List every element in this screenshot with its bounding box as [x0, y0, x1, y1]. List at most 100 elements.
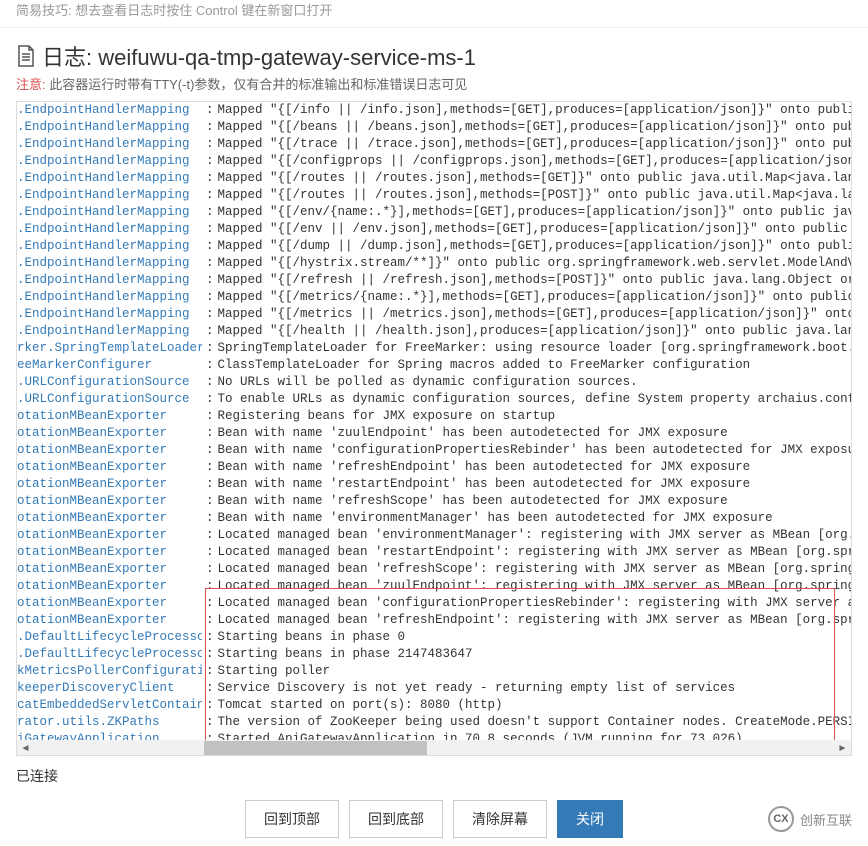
- log-separator: :: [202, 357, 218, 374]
- log-message: Mapped "{[/metrics || /metrics.json],met…: [218, 306, 851, 323]
- log-separator: :: [202, 221, 218, 238]
- log-content[interactable]: .EndpointHandlerMapping: Mapped "{[/info…: [17, 102, 851, 740]
- log-class: .DefaultLifecycleProcessor: [17, 646, 202, 663]
- brand-text: 创新互联: [800, 810, 852, 829]
- log-class: otationMBeanExporter: [17, 612, 202, 629]
- log-separator: :: [202, 561, 218, 578]
- log-message: Mapped "{[/trace || /trace.json],methods…: [218, 136, 851, 153]
- log-line: .EndpointHandlerMapping: Mapped "{[/hyst…: [17, 255, 851, 272]
- log-message: The version of ZooKeeper being used does…: [218, 714, 851, 731]
- log-separator: :: [202, 272, 218, 289]
- log-message: Starting beans in phase 2147483647: [218, 646, 473, 663]
- log-separator: :: [202, 153, 218, 170]
- log-separator: :: [202, 493, 218, 510]
- log-class: .EndpointHandlerMapping: [17, 187, 202, 204]
- horizontal-scrollbar[interactable]: ◄ ►: [17, 740, 851, 756]
- log-class: otationMBeanExporter: [17, 425, 202, 442]
- close-button[interactable]: 关闭: [557, 800, 623, 838]
- log-line: otationMBeanExporter: Bean with name 're…: [17, 476, 851, 493]
- log-line: .EndpointHandlerMapping: Mapped "{[/metr…: [17, 289, 851, 306]
- log-message: Bean with name 'configurationPropertiesR…: [218, 442, 851, 459]
- log-line: otationMBeanExporter: Located managed be…: [17, 595, 851, 612]
- log-line: otationMBeanExporter: Located managed be…: [17, 527, 851, 544]
- top-tip: 简易技巧: 想去查看日志时按住 Control 键在新窗口打开: [0, 0, 868, 28]
- log-line: .EndpointHandlerMapping: Mapped "{[/dump…: [17, 238, 851, 255]
- log-class: otationMBeanExporter: [17, 544, 202, 561]
- goto-bottom-button[interactable]: 回到底部: [349, 800, 443, 838]
- log-message: To enable URLs as dynamic configuration …: [218, 391, 851, 408]
- log-message: Located managed bean 'zuulEndpoint': reg…: [218, 578, 851, 595]
- page-title: 日志: weifuwu-qa-tmp-gateway-service-ms-1: [16, 40, 852, 72]
- log-message: Located managed bean 'refreshEndpoint': …: [218, 612, 851, 629]
- log-message: SpringTemplateLoader for FreeMarker: usi…: [218, 340, 851, 357]
- log-separator: :: [202, 136, 218, 153]
- log-class: iGatewayApplication: [17, 731, 202, 740]
- log-separator: :: [202, 323, 218, 340]
- log-line: otationMBeanExporter: Located managed be…: [17, 612, 851, 629]
- log-class: otationMBeanExporter: [17, 408, 202, 425]
- log-message: Mapped "{[/routes || /routes.json],metho…: [218, 187, 851, 204]
- log-class: otationMBeanExporter: [17, 476, 202, 493]
- log-line: rator.utils.ZKPaths: The version of ZooK…: [17, 714, 851, 731]
- log-message: Mapped "{[/env || /env.json],methods=[GE…: [218, 221, 851, 238]
- log-separator: :: [202, 204, 218, 221]
- log-separator: :: [202, 646, 218, 663]
- log-message: ClassTemplateLoader for Spring macros ad…: [218, 357, 751, 374]
- log-message: Registering beans for JMX exposure on st…: [218, 408, 556, 425]
- log-class: .EndpointHandlerMapping: [17, 119, 202, 136]
- log-separator: :: [202, 697, 218, 714]
- footer: 回到顶部 回到底部 清除屏幕 关闭 CX 创新互联: [0, 786, 868, 846]
- log-line: .DefaultLifecycleProcessor: Starting bea…: [17, 629, 851, 646]
- log-message: Bean with name 'refreshEndpoint' has bee…: [218, 459, 751, 476]
- log-class: rker.SpringTemplateLoader: [17, 340, 202, 357]
- log-message: Started ApiGatewayApplication in 70.8 se…: [218, 731, 743, 740]
- log-separator: :: [202, 255, 218, 272]
- log-line: .DefaultLifecycleProcessor: Starting bea…: [17, 646, 851, 663]
- log-line: .EndpointHandlerMapping: Mapped "{[/env …: [17, 221, 851, 238]
- log-separator: :: [202, 663, 218, 680]
- log-line: .EndpointHandlerMapping: Mapped "{[/rout…: [17, 187, 851, 204]
- scroll-left-icon[interactable]: ◄: [17, 740, 34, 756]
- scroll-right-icon[interactable]: ►: [834, 740, 851, 756]
- log-line: .EndpointHandlerMapping: Mapped "{[/conf…: [17, 153, 851, 170]
- scroll-thumb[interactable]: [204, 741, 427, 756]
- brand: CX 创新互联: [768, 806, 852, 832]
- log-message: Mapped "{[/dump || /dump.json],methods=[…: [218, 238, 851, 255]
- goto-top-button[interactable]: 回到顶部: [245, 800, 339, 838]
- log-class: otationMBeanExporter: [17, 459, 202, 476]
- log-message: Located managed bean 'configurationPrope…: [218, 595, 851, 612]
- log-separator: :: [202, 408, 218, 425]
- log-separator: :: [202, 459, 218, 476]
- log-separator: :: [202, 510, 218, 527]
- log-class: catEmbeddedServletContainer: [17, 697, 202, 714]
- log-line: otationMBeanExporter: Bean with name 're…: [17, 459, 851, 476]
- log-separator: :: [202, 306, 218, 323]
- log-separator: :: [202, 119, 218, 136]
- log-separator: :: [202, 102, 218, 119]
- log-message: Mapped "{[/hystrix.stream/**]}" onto pub…: [218, 255, 851, 272]
- log-message: Starting poller: [218, 663, 331, 680]
- log-class: .EndpointHandlerMapping: [17, 153, 202, 170]
- log-class: .EndpointHandlerMapping: [17, 170, 202, 187]
- log-class: .EndpointHandlerMapping: [17, 204, 202, 221]
- log-class: .EndpointHandlerMapping: [17, 289, 202, 306]
- log-separator: :: [202, 595, 218, 612]
- log-line: otationMBeanExporter: Bean with name 're…: [17, 493, 851, 510]
- log-separator: :: [202, 714, 218, 731]
- log-line: otationMBeanExporter: Located managed be…: [17, 578, 851, 595]
- log-class: .EndpointHandlerMapping: [17, 323, 202, 340]
- log-message: Bean with name 'environmentManager' has …: [218, 510, 773, 527]
- log-separator: :: [202, 374, 218, 391]
- clear-screen-button[interactable]: 清除屏幕: [453, 800, 547, 838]
- log-class: keeperDiscoveryClient: [17, 680, 202, 697]
- log-line: eeMarkerConfigurer: ClassTemplateLoader …: [17, 357, 851, 374]
- log-line: otationMBeanExporter: Located managed be…: [17, 561, 851, 578]
- log-line: .EndpointHandlerMapping: Mapped "{[/info…: [17, 102, 851, 119]
- log-class: eeMarkerConfigurer: [17, 357, 202, 374]
- log-message: Mapped "{[/routes || /routes.json],metho…: [218, 170, 851, 187]
- log-line: .EndpointHandlerMapping: Mapped "{[/rout…: [17, 170, 851, 187]
- log-class: otationMBeanExporter: [17, 493, 202, 510]
- log-message: Located managed bean 'restartEndpoint': …: [218, 544, 851, 561]
- note-text: 此容器运行时带有TTY(-t)参数，仅有合并的标准输出和标准错误日志可见: [49, 77, 467, 92]
- log-message: Mapped "{[/metrics/{name:.*}],methods=[G…: [218, 289, 851, 306]
